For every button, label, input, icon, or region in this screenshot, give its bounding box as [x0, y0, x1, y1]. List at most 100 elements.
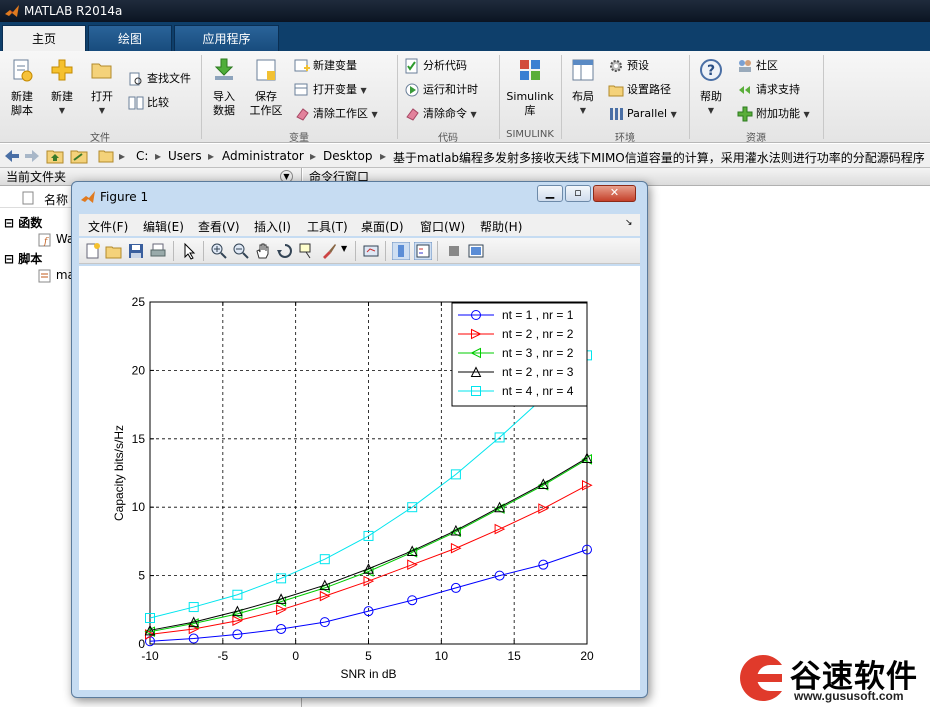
open-variable-button[interactable]: 打开变量 ▼ — [294, 80, 367, 100]
request-support-button[interactable]: 请求支持 — [737, 80, 800, 100]
eraser-icon — [296, 108, 309, 121]
new-script-button[interactable]: 新建 脚本 — [4, 57, 40, 118]
insert-legend-icon[interactable] — [414, 242, 432, 260]
toolbar-divider — [385, 241, 386, 261]
new-variable-button[interactable]: 新建变量 — [294, 56, 357, 76]
set-path-button[interactable]: 设置路径 — [608, 80, 671, 100]
figure-window[interactable]: Figure 1 ▁ ▫ ✕ 文件(F) 编辑(E) 查看(V) 插入(I) 工… — [71, 181, 648, 698]
clear-commands-button[interactable]: 清除命令 ▼ — [404, 104, 477, 124]
folder-up-icon[interactable] — [46, 148, 64, 164]
hide-plot-tools-icon[interactable] — [445, 242, 463, 260]
save-workspace-label-2: 工作区 — [249, 104, 283, 117]
file-icon — [22, 191, 34, 205]
insert-colorbar-icon[interactable] — [392, 242, 410, 260]
find-files-button[interactable]: 查找文件 — [128, 69, 191, 89]
help-button[interactable]: ? 帮助 ▼ — [694, 57, 728, 118]
forward-arrow-icon[interactable] — [24, 149, 40, 163]
close-button[interactable]: ✕ — [593, 185, 636, 202]
tab-home[interactable]: 主页 — [2, 25, 86, 51]
tree-group-functions[interactable]: ⊟ 函数 — [4, 214, 42, 231]
toolbar-divider — [355, 241, 356, 261]
community-button[interactable]: 社区 — [737, 56, 778, 76]
back-arrow-icon[interactable] — [4, 149, 20, 163]
tab-plots[interactable]: 绘图 — [88, 25, 172, 51]
zoom-in-icon[interactable] — [210, 242, 228, 260]
pan-hand-icon[interactable] — [254, 242, 272, 260]
new-button[interactable]: 新建 ▼ — [44, 57, 80, 118]
help-label: 帮助 — [700, 90, 722, 103]
figure-canvas[interactable]: -10 -5 0 5 10 15 20 0 5 10 15 20 25 SNR in dB Capacity… — [79, 266, 640, 690]
x-axis-label: SNR in dB — [340, 667, 396, 681]
browse-folder-icon[interactable] — [70, 148, 88, 164]
app-title: MATLAB R2014a — [24, 4, 123, 18]
menu-edit[interactable]: 编辑(E) — [143, 218, 184, 235]
layout-icon — [572, 59, 594, 81]
print-icon[interactable] — [149, 242, 167, 260]
minimize-button[interactable]: ▁ — [537, 185, 563, 202]
compare-button[interactable]: 比较 — [128, 93, 169, 113]
breadcrumb-project-folder[interactable]: 基于matlab编程多发射多接收天线下MIMO信道容量的计算，采用灌水法则进行功… — [393, 149, 930, 166]
run-and-time-button[interactable]: 运行和计时 — [404, 80, 478, 100]
link-plot-icon[interactable] — [362, 242, 380, 260]
pointer-icon[interactable] — [180, 242, 198, 260]
open-button[interactable]: 打开 ▼ — [84, 57, 120, 118]
zoom-out-icon[interactable] — [232, 242, 250, 260]
chevron-down-icon[interactable]: ▼ — [341, 244, 347, 253]
set-path-label: 设置路径 — [627, 83, 671, 96]
rotate-3d-icon[interactable] — [276, 242, 294, 260]
legend-label-5: nt = 4 , nr = 4 — [502, 384, 574, 398]
tree-item-function-file[interactable]: f Wa — [38, 232, 74, 247]
layout-button[interactable]: 布局 ▼ — [566, 57, 600, 118]
new-figure-icon[interactable] — [84, 242, 102, 260]
save-workspace-icon — [256, 59, 276, 81]
layout-label: 布局 — [572, 90, 594, 103]
breadcrumb-administrator[interactable]: Administrator — [222, 149, 304, 163]
data-cursor-icon[interactable] — [298, 242, 316, 260]
show-plot-tools-icon[interactable] — [467, 242, 485, 260]
dock-arrow-icon[interactable]: ↘ — [625, 218, 633, 228]
menu-view[interactable]: 查看(V) — [198, 218, 240, 235]
import-data-button[interactable]: 导入 数据 — [206, 57, 242, 118]
add-ons-icon — [737, 106, 753, 122]
gear-icon — [610, 60, 622, 72]
menu-tools[interactable]: 工具(T) — [307, 218, 348, 235]
run-time-icon — [405, 83, 419, 97]
gususoft-logo-icon — [740, 655, 782, 701]
plus-icon — [51, 59, 73, 81]
simulink-library-button[interactable]: Simulink 库 — [503, 57, 557, 118]
new-script-icon — [13, 59, 33, 82]
menu-help[interactable]: 帮助(H) — [480, 218, 522, 235]
save-workspace-label-1: 保存 — [255, 90, 277, 103]
figure-titlebar[interactable]: Figure 1 ▁ ▫ ✕ — [72, 182, 647, 210]
clear-workspace-button[interactable]: 清除工作区 ▼ — [294, 104, 378, 124]
column-name-header[interactable]: 名称 — [44, 191, 68, 208]
menu-window[interactable]: 窗口(W) — [420, 218, 465, 235]
community-label: 社区 — [756, 59, 778, 72]
maximize-button[interactable]: ▫ — [565, 185, 591, 202]
parallel-button[interactable]: Parallel ▼ — [608, 104, 677, 124]
preferences-button[interactable]: 预设 — [608, 56, 649, 76]
menu-desktop[interactable]: 桌面(D) — [361, 218, 404, 235]
brush-icon[interactable] — [320, 242, 338, 260]
add-ons-button[interactable]: 附加功能 ▼ — [737, 104, 810, 124]
capacity-chart[interactable]: -10 -5 0 5 10 15 20 0 5 10 15 20 25 SNR in dB Capacity… — [79, 266, 640, 690]
tree-item-script-file[interactable]: ma — [38, 268, 75, 283]
tree-group-scripts[interactable]: ⊟ 脚本 — [4, 250, 42, 267]
simulink-label-1: Simulink — [506, 90, 554, 103]
menu-file[interactable]: 文件(F) — [88, 218, 128, 235]
group-separator — [201, 55, 202, 139]
menu-insert[interactable]: 插入(I) — [254, 218, 291, 235]
breadcrumb-drive[interactable]: C: — [136, 149, 148, 163]
tab-apps[interactable]: 应用程序 — [174, 25, 279, 51]
new-variable-label: 新建变量 — [313, 59, 357, 72]
compare-label: 比较 — [147, 96, 169, 109]
analyze-code-button[interactable]: 分析代码 — [404, 56, 467, 76]
import-icon — [214, 58, 234, 80]
breadcrumb-users[interactable]: Users — [168, 149, 202, 163]
group-separator — [689, 55, 690, 139]
save-workspace-button[interactable]: 保存 工作区 — [246, 57, 286, 118]
open-file-icon[interactable] — [105, 242, 123, 260]
save-icon[interactable] — [127, 242, 145, 260]
y-tick-label: 25 — [132, 295, 146, 309]
breadcrumb-desktop[interactable]: Desktop — [323, 149, 373, 163]
